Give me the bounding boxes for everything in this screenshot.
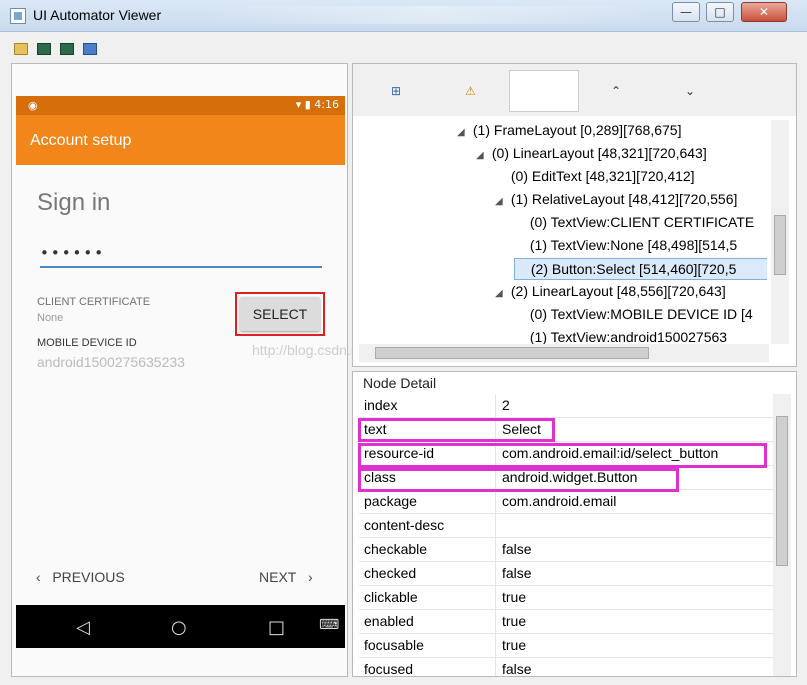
select-button[interactable]: SELECT <box>240 297 320 331</box>
home-icon[interactable]: ○ <box>171 617 187 638</box>
app-icon <box>10 8 26 24</box>
warning-icon[interactable]: ⚠ <box>465 84 476 98</box>
highlight-text-row <box>358 418 555 442</box>
tree-node[interactable]: ◢ (1) FrameLayout [0,289][768,675] <box>457 120 681 142</box>
password-field[interactable]: •••••• <box>40 244 322 268</box>
wifi-icon: ▾ <box>295 98 302 111</box>
app-bar: Account setup <box>16 115 345 165</box>
scroll-thumb[interactable] <box>776 416 788 566</box>
highlight-resource-id-row <box>358 443 767 468</box>
chevron-right-icon: › <box>308 569 313 585</box>
tree-node[interactable]: (0) TextView:CLIENT CERTIFICATE <box>514 212 754 234</box>
table-row[interactable]: index 2 <box>359 394 773 418</box>
table-row[interactable]: package com.android.email <box>359 490 773 514</box>
tree-vertical-scrollbar[interactable] <box>771 120 789 344</box>
tree-node[interactable]: ◢ (2) LinearLayout [48,556][720,643] <box>495 281 726 303</box>
chevron-left-icon: ‹ <box>36 569 41 585</box>
main-toolbar <box>0 33 807 63</box>
node-detail-pane: Node Detail index 2 text Select resource-i… <box>352 371 797 677</box>
window-title: UI Automator Viewer <box>33 7 162 23</box>
node-detail-scrollbar[interactable] <box>773 394 791 676</box>
table-row[interactable]: content-desc <box>359 514 773 538</box>
scroll-thumb[interactable] <box>774 215 786 275</box>
client-certificate-value: None <box>37 312 64 324</box>
hierarchy-tree[interactable]: ◢ (1) FrameLayout [0,289][768,675] ◢ (0)… <box>359 120 767 344</box>
tree-node[interactable]: (1) TextView:None [48,498][514,5 <box>514 235 737 257</box>
highlight-class-row <box>358 468 679 492</box>
keyboard-icon[interactable]: ⌨ <box>319 617 339 633</box>
mobile-device-id-label: MOBILE DEVICE ID <box>37 337 137 349</box>
save-icon[interactable] <box>83 43 97 55</box>
tree-node[interactable]: ◢ (1) RelativeLayout [48,412][720,556] <box>495 189 737 211</box>
collapse-triangle-icon[interactable]: ◢ <box>495 192 507 212</box>
device-screenshot-icon[interactable] <box>37 43 51 55</box>
notification-icon: ◉ <box>28 99 38 112</box>
device-status-bar: ◉ ▾ ▮ 4:16 <box>16 96 345 115</box>
collapse-triangle-icon[interactable]: ◢ <box>457 123 469 143</box>
collapse-triangle-icon[interactable]: ◢ <box>495 284 507 304</box>
maximize-button[interactable]: □ <box>706 2 734 22</box>
device-screenshot-compressed-icon[interactable] <box>60 43 74 55</box>
tree-node[interactable]: (0) TextView:MOBILE DEVICE ID [4 <box>514 304 753 326</box>
tree-node[interactable]: (0) EditText [48,321][720,412] <box>495 166 695 188</box>
chevron-up-icon[interactable]: ⌃ <box>611 84 621 98</box>
hierarchy-pane: ⊞ ⚠ ⌃ ⌄ ◢ (1) FrameLayout [0,289][768,67… <box>352 63 797 367</box>
table-row[interactable]: clickable true <box>359 586 773 610</box>
device-screenshot[interactable]: ◉ ▾ ▮ 4:16 Account setup Sign in •••••• … <box>16 96 345 648</box>
collapse-triangle-icon[interactable]: ◢ <box>476 146 488 166</box>
hierarchy-toolbar: ⊞ ⚠ ⌃ ⌄ <box>353 64 796 116</box>
tree-horizontal-scrollbar[interactable] <box>359 344 769 362</box>
battery-icon: ▮ <box>304 98 311 111</box>
table-row[interactable]: focusable true <box>359 634 773 658</box>
sign-in-heading: Sign in <box>37 189 111 216</box>
tree-node[interactable]: (1) TextView:android150027563 <box>514 327 727 344</box>
table-row[interactable]: checked false <box>359 562 773 586</box>
app-bar-title: Account setup <box>30 132 132 149</box>
table-row[interactable]: checkable false <box>359 538 773 562</box>
tree-node-selected[interactable]: (2) Button:Select [514,460][720,5 <box>514 258 767 280</box>
open-folder-icon[interactable] <box>14 43 28 55</box>
client-certificate-label: CLIENT CERTIFICATE <box>37 296 151 308</box>
tree-node[interactable]: ◢ (0) LinearLayout [48,321][720,643] <box>476 143 707 165</box>
recents-icon[interactable]: □ <box>268 617 285 638</box>
ui-automator-window: UI Automator Viewer — □ ✕ ◉ ▾ ▮ 4:16 Acc… <box>0 0 807 685</box>
table-row[interactable]: focused false <box>359 658 773 676</box>
status-time: ▾ ▮ 4:16 <box>295 98 339 111</box>
title-bar: UI Automator Viewer — □ ✕ <box>0 0 807 32</box>
table-row[interactable]: enabled true <box>359 610 773 634</box>
title-bar-glass <box>200 6 660 24</box>
scroll-thumb[interactable] <box>375 347 649 359</box>
back-icon[interactable]: ◁ <box>76 617 90 638</box>
next-button[interactable]: NEXT › <box>259 569 313 585</box>
chevron-down-icon[interactable]: ⌄ <box>685 84 695 98</box>
mobile-device-id-value: android1500275635233 <box>37 354 185 370</box>
minimize-button[interactable]: — <box>672 2 700 22</box>
previous-button[interactable]: ‹ PREVIOUS <box>36 569 125 585</box>
close-button[interactable]: ✕ <box>741 2 787 22</box>
search-box[interactable] <box>509 70 579 112</box>
device-nav-bar: ◁ ○ □ ⌨ <box>16 605 345 648</box>
node-detail-title: Node Detail <box>363 375 437 391</box>
expand-all-icon[interactable]: ⊞ <box>391 84 401 98</box>
